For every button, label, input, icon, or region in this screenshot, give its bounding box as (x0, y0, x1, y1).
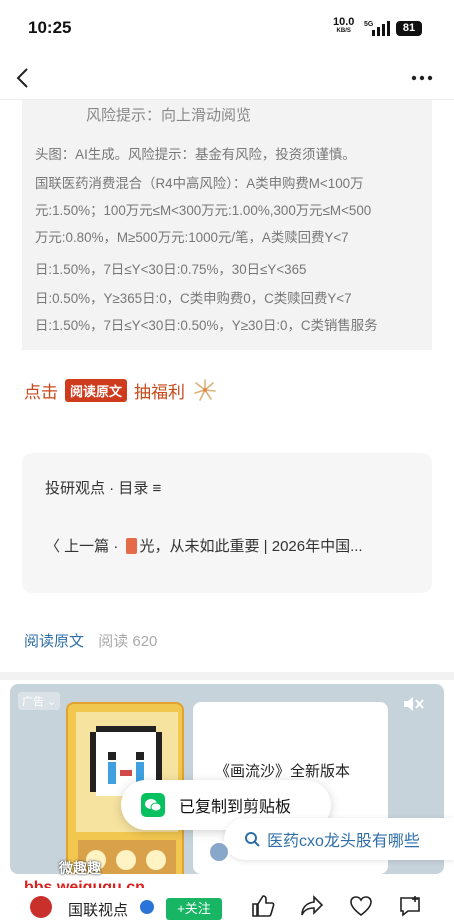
like-icon[interactable] (251, 894, 275, 918)
search-suggestion[interactable]: 医药cxo龙头股有哪些 (224, 818, 454, 860)
risk-disclosure-card: 风险提示：向上滑动阅览 头图：AI生成。风险提示：基金有风险，投资须谨慎。 国联… (22, 100, 432, 350)
wechat-icon (141, 793, 165, 817)
heart-icon[interactable] (349, 894, 373, 918)
read-count: 阅读 620 (98, 633, 158, 650)
bottom-bar: 国联视点 +关注 (0, 888, 454, 920)
toc-link[interactable]: 投研观点 · 目录 ≡ (45, 477, 161, 498)
ad-avatar (208, 841, 230, 863)
risk-scroll-hint: 风险提示：向上滑动阅览 (86, 107, 252, 124)
share-icon[interactable] (300, 894, 324, 918)
back-arrow-icon[interactable] (12, 66, 36, 90)
disclosure-line: 元:1.50%；100万元≤M<300万元:1.00%,300万元≤M<500 (35, 203, 372, 218)
ad-title: 《画流沙》全新版本 (215, 763, 351, 780)
prev-article-link[interactable]: 〈 上一篇 · 光，从未如此重要 | 2026年中国... (45, 535, 363, 556)
read-original-badge[interactable]: 阅读原文 (65, 378, 128, 402)
disclosure-line: 日:1.50%，7日≤Y<30日:0.75%，30日≤Y<365 (35, 262, 307, 277)
disclosure-line: 日:0.50%，Y≥365日:0，C类申购费0，C类赎回费Y<7 (35, 291, 352, 306)
disclosure-line: 国联医药消费混合（R4中高风险）：A类申购费M<100万 (35, 176, 364, 191)
nav-bar (0, 56, 454, 100)
toast-message: 已复制到剪贴板 (179, 799, 292, 816)
signal-icon: 5G (364, 21, 390, 36)
status-bar: 10:25 10.0 KB/S 5G 81 (0, 0, 454, 56)
follow-button[interactable]: +关注 (166, 898, 222, 920)
disclosure-line: 万元:0.80%，M≥500万元:1000元/笔，A类赎回费Y<7 (35, 230, 349, 245)
read-stats: 阅读原文 阅读 620 (24, 630, 157, 651)
read-original-link[interactable]: 阅读原文 (24, 633, 84, 650)
benefit-prefix: 点击 (24, 382, 58, 402)
section-divider (0, 672, 454, 680)
svg-text:5G: 5G (364, 21, 374, 28)
account-name[interactable]: 国联视点 (68, 899, 128, 920)
search-icon (245, 832, 260, 847)
account-logo[interactable] (30, 896, 52, 918)
disclosure-line: 头图：AI生成。风险提示：基金有风险，投资须谨慎。 (35, 147, 356, 162)
disclosure-line: 日:1.50%，7日≤Y<30日:0.50%，Y≥30日:0，C类销售服务 (35, 318, 378, 333)
benefit-suffix: 抽福利 (134, 382, 186, 402)
network-speed: 10.0 KB/S (333, 16, 355, 35)
search-suggestion-text: 医药cxo龙头股有哪些 (267, 833, 420, 850)
benefit-prompt[interactable]: 点击 阅读原文 抽福利 (24, 376, 217, 404)
status-time: 10:25 (28, 18, 72, 37)
comment-icon[interactable] (398, 894, 422, 918)
firework-icon (194, 379, 216, 401)
mute-icon[interactable] (402, 694, 424, 714)
more-options-icon[interactable] (408, 66, 436, 90)
red-envelope-icon (125, 538, 137, 554)
verified-icon (140, 900, 154, 914)
battery-icon: 81 (396, 21, 422, 36)
ad-tag[interactable]: 广告 ⌄ (18, 692, 61, 710)
article-nav-card: 投研观点 · 目录 ≡ 〈 上一篇 · 光，从未如此重要 | 2026年中国..… (22, 453, 432, 593)
